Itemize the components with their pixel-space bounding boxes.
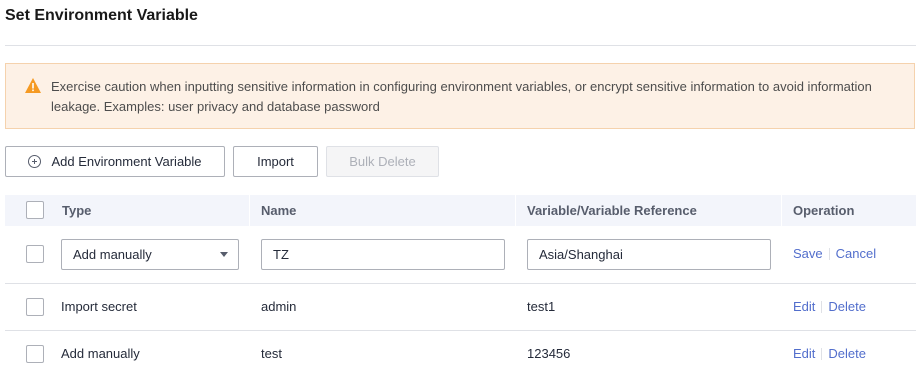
chevron-down-icon	[220, 252, 228, 257]
plus-circle-icon	[28, 155, 42, 168]
operation-separator	[821, 347, 823, 360]
import-button[interactable]: Import	[233, 146, 318, 177]
column-divider	[781, 195, 782, 226]
row-checkbox[interactable]	[26, 245, 44, 263]
cancel-link[interactable]: Cancel	[836, 246, 876, 261]
header-name: Name	[261, 203, 297, 218]
delete-link[interactable]: Delete	[828, 346, 866, 361]
value-cell: 123456	[527, 346, 571, 361]
table-row-edit: Add manually TZ Asia/Shanghai Save Cance…	[5, 226, 916, 284]
table-row: Add manually test 123456 Edit Delete	[5, 331, 916, 376]
name-cell: admin	[261, 299, 297, 314]
type-cell: Add manually	[61, 346, 140, 361]
caution-alert: Exercise caution when inputting sensitiv…	[5, 63, 915, 129]
alert-message: Exercise caution when inputting sensitiv…	[51, 79, 872, 114]
table-row: Import secret admin test1 Edit Delete	[5, 284, 916, 331]
row-checkbox[interactable]	[26, 345, 44, 363]
edit-link[interactable]: Edit	[793, 299, 815, 314]
save-link[interactable]: Save	[793, 246, 823, 261]
name-input[interactable]: TZ	[261, 239, 505, 270]
page-title: Set Environment Variable	[5, 7, 198, 24]
column-divider	[515, 195, 516, 226]
value-input[interactable]: Asia/Shanghai	[527, 239, 771, 270]
table-header: Type Name Variable/Variable Reference Op…	[5, 195, 916, 226]
row-operations: Edit Delete	[793, 346, 866, 361]
value-cell: test1	[527, 299, 556, 314]
header-value: Variable/Variable Reference	[527, 203, 697, 218]
select-all-checkbox[interactable]	[26, 201, 44, 219]
edit-link[interactable]: Edit	[793, 346, 815, 361]
bulk-delete-button[interactable]: Bulk Delete	[326, 146, 439, 177]
operation-separator	[828, 247, 830, 260]
add-environment-variable-button[interactable]: Add Environment Variable	[5, 146, 225, 177]
name-cell: test	[261, 346, 282, 361]
warning-icon	[25, 78, 41, 93]
row-operations: Edit Delete	[793, 299, 866, 314]
header-type: Type	[62, 203, 92, 218]
delete-link[interactable]: Delete	[828, 299, 866, 314]
title-divider	[5, 45, 916, 46]
row-operations: Save Cancel	[793, 246, 876, 261]
type-select[interactable]: Add manually	[61, 239, 239, 270]
type-cell: Import secret	[61, 299, 137, 314]
row-checkbox[interactable]	[26, 298, 44, 316]
column-divider	[249, 195, 250, 226]
add-button-label: Add Environment Variable	[51, 154, 202, 169]
type-select-value: Add manually	[73, 247, 152, 262]
operation-separator	[821, 300, 823, 313]
header-operation: Operation	[793, 203, 855, 218]
